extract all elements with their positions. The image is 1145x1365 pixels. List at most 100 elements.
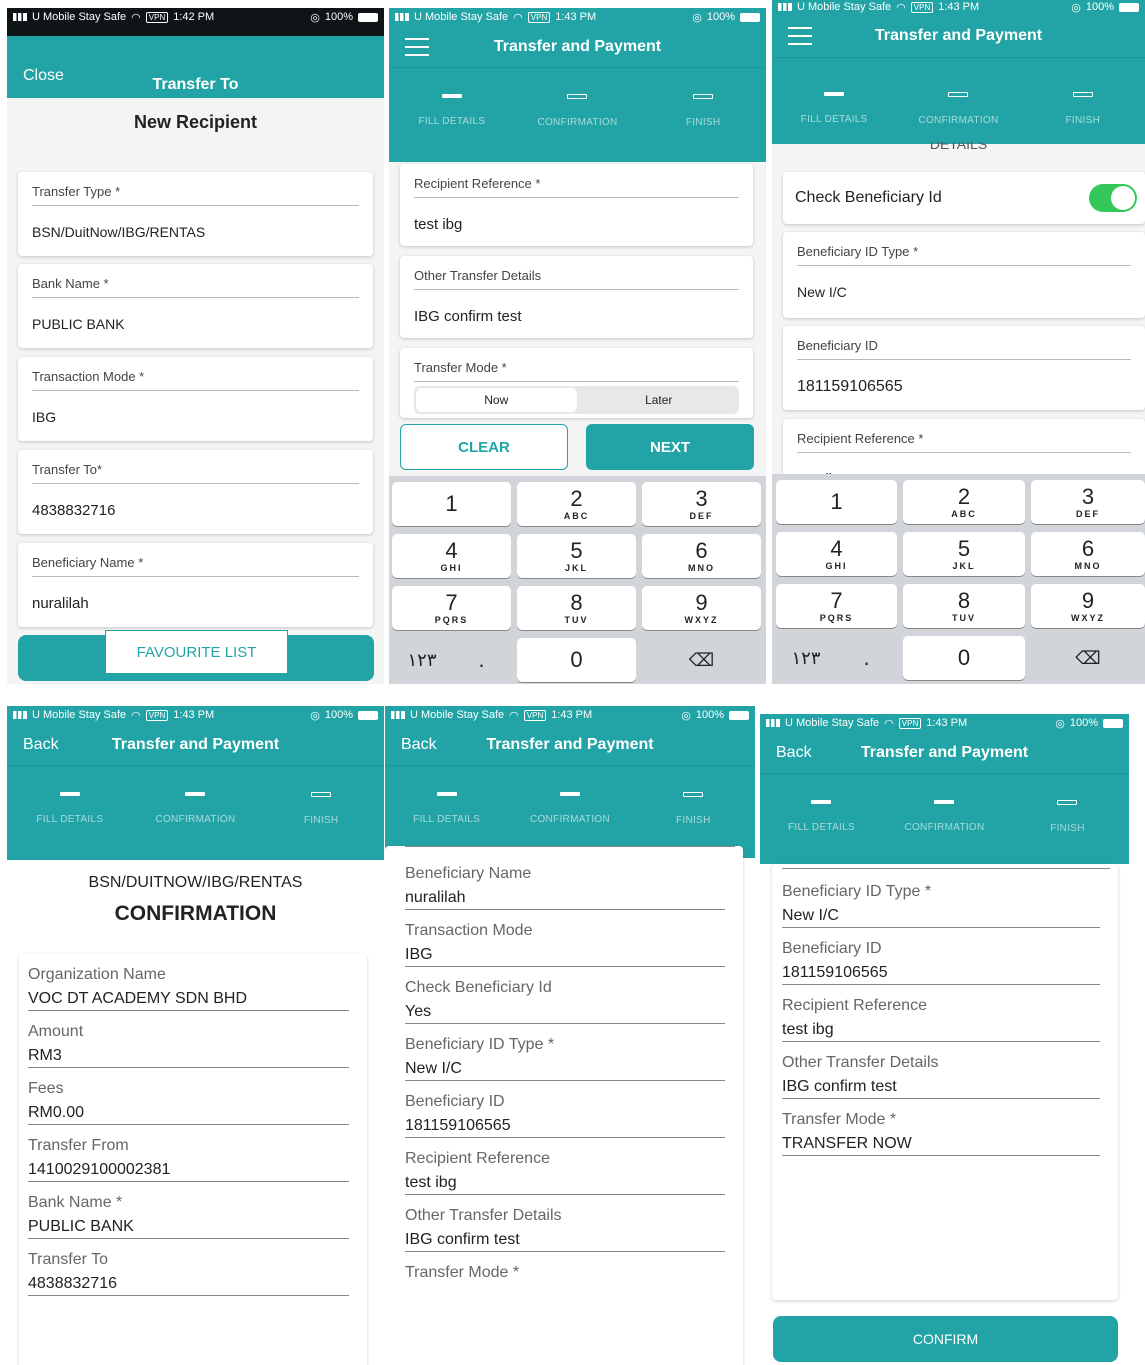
detail-row: Beneficiary ID 181159106565	[385, 1081, 743, 1138]
detail-value: IBG	[405, 940, 725, 967]
bank-name-field[interactable]: Bank Name * PUBLIC BANK	[18, 264, 373, 348]
status-time: 1:43 PM	[173, 709, 215, 721]
segment-now[interactable]: Now	[416, 388, 577, 412]
battery-icon	[358, 710, 378, 720]
key-arabic-numerals[interactable]: ١٢٣	[392, 638, 452, 682]
detail-row: Transfer From 1410029100002381	[19, 1125, 367, 1182]
key-9[interactable]: 9 WXYZ	[1031, 584, 1145, 628]
key-5[interactable]: 5 JKL	[903, 532, 1025, 576]
detail-value: IBG confirm test	[782, 1072, 1100, 1099]
lock-rotation-icon: ◎	[310, 709, 320, 722]
backspace-icon[interactable]: ⌫	[642, 638, 761, 682]
back-button[interactable]: Back	[401, 736, 437, 754]
carrier-label: U Mobile Stay Safe	[785, 717, 880, 729]
recipient-reference-field[interactable]: Recipient Reference * test ibg	[400, 164, 753, 246]
other-transfer-details-field[interactable]: Other Transfer Details IBG confirm test	[400, 256, 753, 338]
key-9[interactable]: 9 WXYZ	[642, 586, 761, 630]
detail-value: VOC DT ACADEMY SDN BHD	[28, 984, 349, 1011]
field-value: IBG	[32, 409, 57, 425]
confirm-button[interactable]: CONFIRM	[773, 1316, 1118, 1362]
menu-icon[interactable]	[405, 37, 429, 56]
beneficiary-name-field[interactable]: Beneficiary Name * nuralilah	[18, 543, 373, 627]
beneficiary-id-field[interactable]: Beneficiary ID 181159106565	[783, 326, 1145, 410]
detail-label: Organization Name	[28, 966, 166, 983]
segment-later[interactable]: Later	[579, 386, 740, 414]
navbar: Transfer and Payment	[772, 14, 1145, 58]
carrier-label: U Mobile Stay Safe	[414, 11, 509, 23]
lock-rotation-icon: ◎	[1071, 1, 1081, 14]
beneficiary-id-type-field[interactable]: Beneficiary ID Type * New I/C	[783, 232, 1145, 318]
key-6[interactable]: 6 MNO	[1031, 532, 1145, 576]
transaction-mode-field[interactable]: Transaction Mode * IBG	[18, 357, 373, 441]
detail-value: New I/C	[405, 1054, 725, 1081]
transfer-to-field[interactable]: Transfer To* 4838832716	[18, 450, 373, 534]
status-bar: U Mobile Stay Safe ◠ VPN 1:43 PM ◎ 100%	[385, 706, 755, 724]
key-5[interactable]: 5 JKL	[517, 534, 636, 578]
key-0[interactable]: 0	[517, 638, 636, 682]
field-label: Recipient Reference *	[414, 176, 541, 191]
next-button[interactable]: NEXT	[586, 424, 754, 470]
transfer-type-field[interactable]: Transfer Type * BSN/DuitNow/IBG/RENTAS	[18, 172, 373, 256]
check-beneficiary-toggle[interactable]	[1089, 184, 1137, 212]
battery-icon	[729, 710, 749, 720]
wifi-icon: ◠	[131, 11, 141, 24]
clear-button[interactable]: CLEAR	[400, 424, 568, 470]
status-time: 1:43 PM	[555, 11, 597, 23]
step-finish: FINISH	[259, 792, 383, 860]
field-label: Beneficiary ID Type *	[797, 244, 919, 259]
key-8[interactable]: 8 TUV	[903, 584, 1025, 628]
battery-percent: 100%	[324, 709, 353, 721]
detail-value: 181159106565	[782, 958, 1100, 985]
back-button[interactable]: Back	[776, 744, 812, 762]
key-8[interactable]: 8 TUV	[517, 586, 636, 630]
field-value: 4838832716	[32, 502, 116, 519]
favourite-list-button[interactable]: FAVOURITE LIST	[105, 630, 288, 674]
detail-label: Beneficiary ID	[782, 940, 882, 957]
key-arabic-numerals[interactable]: ١٢٣	[776, 636, 836, 680]
detail-label: Beneficiary Name	[405, 865, 532, 882]
detail-row: Organization Name VOC DT ACADEMY SDN BHD	[19, 954, 367, 1011]
confirmation-heading: CONFIRMATION	[114, 902, 277, 925]
field-value: nuralilah	[32, 595, 89, 612]
key-3[interactable]: 3 DEF	[642, 482, 761, 526]
key-0[interactable]: 0	[903, 636, 1025, 680]
key-decimal[interactable]: .	[836, 636, 897, 680]
status-time: 1:43 PM	[926, 717, 968, 729]
key-6[interactable]: 6 MNO	[642, 534, 761, 578]
backspace-icon[interactable]: ⌫	[1031, 636, 1145, 680]
field-label: Recipient Reference *	[797, 431, 924, 446]
key-4[interactable]: 4 GHI	[392, 534, 511, 578]
detail-row: Transfer Mode *	[385, 1252, 743, 1282]
back-button[interactable]: Back	[23, 736, 59, 754]
key-7[interactable]: 7 PQRS	[776, 584, 897, 628]
key-2[interactable]: 2 ABC	[517, 482, 636, 526]
lock-rotation-icon: ◎	[681, 709, 691, 722]
step-confirmation: CONFIRMATION	[133, 792, 257, 860]
key-4[interactable]: 4 GHI	[776, 532, 897, 576]
step-finish: FINISH	[1007, 800, 1129, 864]
detail-label: Bank Name *	[28, 1194, 123, 1211]
battery-percent: 100%	[706, 11, 735, 23]
progress-stepper: FILL DETAILS CONFIRMATION FINISH	[385, 766, 755, 858]
key-1[interactable]: 1	[776, 480, 897, 524]
close-button[interactable]: Close	[23, 67, 64, 85]
lock-rotation-icon: ◎	[1055, 717, 1065, 730]
key-2[interactable]: 2 ABC	[903, 480, 1025, 524]
field-label: Transfer Type *	[32, 184, 121, 199]
carrier-label: U Mobile Stay Safe	[410, 709, 505, 721]
screen-beneficiary-details: U Mobile Stay Safe ◠ VPN 1:43 PM ◎ 100% Tran…	[772, 0, 1145, 684]
detail-label: Transaction Mode	[405, 922, 533, 939]
page-title: Transfer and Payment	[874, 26, 1043, 44]
battery-percent: 100%	[324, 11, 353, 23]
key-1[interactable]: 1	[392, 482, 511, 526]
detail-row: Recipient Reference test ibg	[772, 985, 1118, 1042]
key-decimal[interactable]: .	[452, 638, 511, 682]
key-3[interactable]: 3 DEF	[1031, 480, 1145, 524]
field-value: BSN/DuitNow/IBG/RENTAS	[32, 224, 206, 240]
status-bar: U Mobile Stay Safe ◠ VPN 1:43 PM ◎ 100%	[760, 714, 1129, 732]
menu-icon[interactable]	[788, 26, 812, 45]
detail-label: Beneficiary ID Type *	[405, 1036, 555, 1053]
detail-row: Recipient Reference test ibg	[385, 1138, 743, 1195]
step-confirmation: CONFIRMATION	[897, 92, 1020, 144]
key-7[interactable]: 7 PQRS	[392, 586, 511, 630]
